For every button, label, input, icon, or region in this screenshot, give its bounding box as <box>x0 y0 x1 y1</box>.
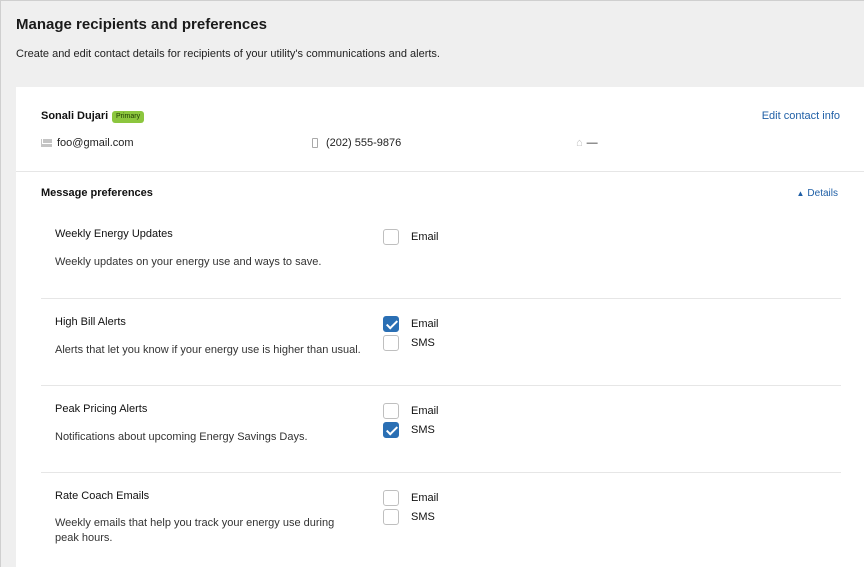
option-sms[interactable]: SMS <box>383 509 435 525</box>
option-sms[interactable]: SMS <box>383 335 435 351</box>
message-preferences-title: Message preferences <box>41 187 153 199</box>
email-value: foo@gmail.com <box>57 137 134 149</box>
option-email[interactable]: Email <box>383 403 439 419</box>
preference-name: Weekly Energy Updates <box>55 228 173 240</box>
option-label: Email <box>411 231 439 243</box>
recipient-card: Sonali Dujari Primary Edit contact info … <box>16 87 864 567</box>
page-frame: Manage recipients and preferences Create… <box>0 0 864 567</box>
contact-email: foo@gmail.com <box>41 137 134 149</box>
preference-description: Weekly updates on your energy use and wa… <box>55 256 322 268</box>
email-checkbox[interactable] <box>383 403 399 419</box>
contact-home: ⌂ — <box>576 137 598 149</box>
preference-description: Weekly emails that help you track your e… <box>55 517 335 544</box>
option-email[interactable]: Email <box>383 316 439 332</box>
mail-icon <box>41 139 52 147</box>
mobile-phone-icon <box>312 138 318 148</box>
option-email[interactable]: Email <box>383 490 439 506</box>
option-label: Email <box>411 492 439 504</box>
page-header: Manage recipients and preferences Create… <box>2 2 864 72</box>
preference-row-rate-coach-emails: Rate Coach Emails Weekly emails that hel… <box>41 473 841 567</box>
home-icon: ⌂ <box>576 137 583 149</box>
primary-badge: Primary <box>112 111 145 123</box>
page-subtitle: Create and edit contact details for reci… <box>16 48 440 60</box>
preference-description: Alerts that let you know if your energy … <box>55 344 361 356</box>
preference-description: Notifications about upcoming Energy Savi… <box>55 431 308 443</box>
preference-row-high-bill-alerts: High Bill Alerts Alerts that let you kno… <box>41 299 841 386</box>
details-toggle[interactable]: ▲ Details <box>797 188 839 199</box>
option-sms[interactable]: SMS <box>383 422 435 438</box>
home-value: — <box>586 137 598 149</box>
edit-contact-link[interactable]: Edit contact info <box>762 110 840 122</box>
option-label: Email <box>411 318 439 330</box>
triangle-up-icon: ▲ <box>796 189 805 198</box>
page-title: Manage recipients and preferences <box>16 16 267 33</box>
email-checkbox[interactable] <box>383 490 399 506</box>
phone-value: (202) 555-9876 <box>326 137 402 149</box>
sms-checkbox[interactable] <box>383 509 399 525</box>
sms-checkbox[interactable] <box>383 335 399 351</box>
option-email[interactable]: Email <box>383 229 439 245</box>
contact-name: Sonali Dujari <box>41 110 109 122</box>
option-label: SMS <box>411 424 435 436</box>
preference-name: Peak Pricing Alerts <box>55 403 148 415</box>
email-checkbox[interactable] <box>383 316 399 332</box>
option-label: SMS <box>411 511 435 523</box>
option-label: Email <box>411 405 439 417</box>
preference-row-weekly-energy-updates: Weekly Energy Updates Weekly updates on … <box>41 212 841 299</box>
preference-name: Rate Coach Emails <box>55 490 150 502</box>
contact-phone: (202) 555-9876 <box>312 137 401 149</box>
details-label: Details <box>807 188 838 199</box>
preference-row-peak-pricing-alerts: Peak Pricing Alerts Notifications about … <box>41 386 841 473</box>
option-label: SMS <box>411 337 435 349</box>
email-checkbox[interactable] <box>383 229 399 245</box>
preference-name: High Bill Alerts <box>55 316 126 328</box>
sms-checkbox[interactable] <box>383 422 399 438</box>
contact-section: Sonali Dujari Primary Edit contact info … <box>16 87 864 172</box>
